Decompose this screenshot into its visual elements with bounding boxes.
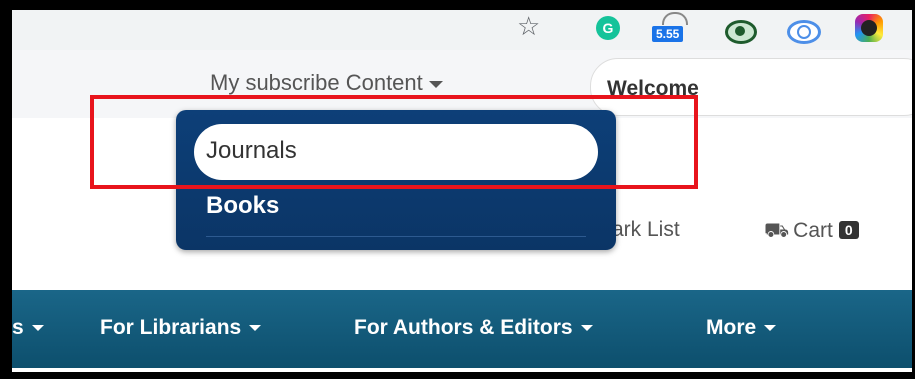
nav-item-for-authors-editors[interactable]: For Authors & Editors bbox=[354, 316, 593, 340]
subscribe-content-label: My subscribe Content bbox=[210, 70, 423, 95]
caret-down-icon bbox=[249, 325, 262, 332]
gauge-icon bbox=[662, 12, 688, 25]
browser-toolbar: ☆ G 5.55 bbox=[12, 10, 912, 50]
nav-item-label: For Authors & Editors bbox=[354, 316, 573, 339]
caret-down-icon bbox=[428, 80, 443, 88]
nav-item-more[interactable]: More bbox=[706, 316, 777, 340]
blue-eye-inner bbox=[797, 25, 811, 39]
bookmark-star-icon[interactable]: ☆ bbox=[517, 14, 540, 40]
red-highlight-box bbox=[90, 95, 698, 189]
cart-link[interactable]: ⛟ Cart 0 bbox=[764, 218, 859, 245]
nav-item-label: For Librarians bbox=[100, 316, 242, 339]
nav-item-partial[interactable]: s bbox=[12, 316, 44, 340]
caret-down-icon bbox=[764, 325, 777, 332]
mark-list-link[interactable]: ark List bbox=[612, 218, 680, 242]
cart-icon: ⛟ bbox=[764, 218, 790, 242]
eye-extension-icon[interactable] bbox=[725, 20, 757, 44]
speedtest-extension-icon[interactable]: 5.55 bbox=[652, 12, 696, 44]
caret-down-icon bbox=[31, 325, 44, 332]
cart-label: Cart bbox=[793, 219, 833, 242]
eye-pupil bbox=[735, 26, 745, 36]
dropdown-divider bbox=[206, 236, 586, 237]
speed-badge: 5.55 bbox=[652, 26, 684, 42]
subscribe-content-menu[interactable]: My subscribe Content bbox=[210, 70, 443, 96]
nav-item-label: More bbox=[706, 316, 757, 339]
blue-eye-extension-icon[interactable] bbox=[787, 20, 821, 44]
main-navbar: s For Librarians For Authors & Editors M… bbox=[12, 290, 912, 368]
color-picker-core bbox=[861, 20, 877, 36]
grammarly-extension-icon[interactable]: G bbox=[596, 16, 620, 40]
page-frame: ☆ G 5.55 My subscribe Content Welcome ar… bbox=[12, 10, 912, 372]
dropdown-item-books[interactable]: Books bbox=[206, 192, 279, 220]
caret-down-icon bbox=[580, 325, 593, 332]
color-picker-extension-icon[interactable] bbox=[855, 14, 883, 42]
nav-item-label: s bbox=[12, 316, 24, 339]
nav-item-for-librarians[interactable]: For Librarians bbox=[100, 316, 262, 340]
cart-count-badge: 0 bbox=[838, 221, 859, 239]
